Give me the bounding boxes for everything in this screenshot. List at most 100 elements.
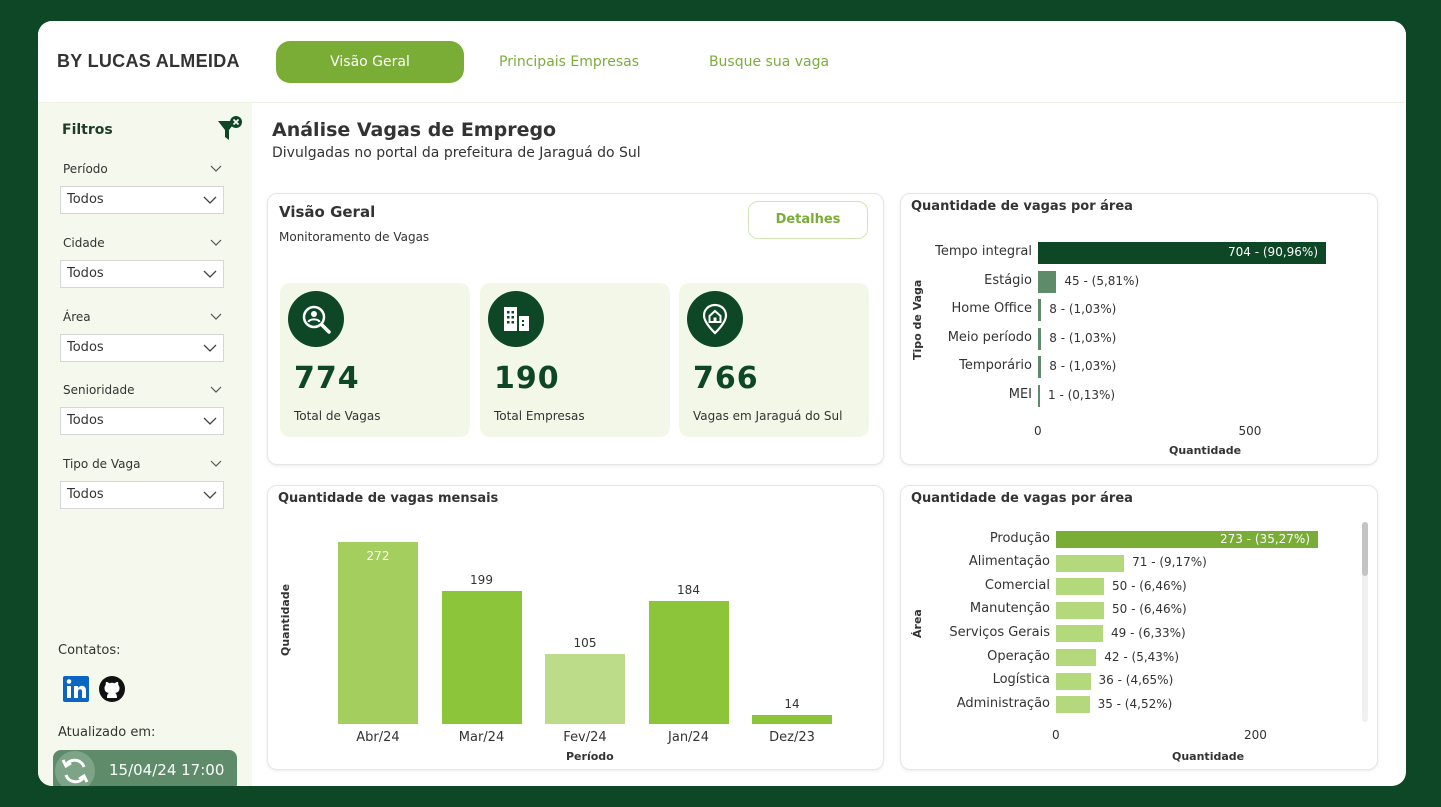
- github-icon[interactable]: [98, 675, 126, 703]
- bar: [1056, 554, 1125, 572]
- data-label: 36 - (4,65%): [1098, 673, 1174, 688]
- chart-title: Quantidade de vagas por área: [911, 199, 1133, 214]
- bar: [338, 542, 418, 724]
- filter-label-tipo-de-vaga: Tipo de Vaga: [63, 457, 141, 471]
- filter-value: Todos: [67, 266, 104, 281]
- linkedin-icon[interactable]: [62, 675, 90, 703]
- bar: [1056, 696, 1090, 714]
- bar: [1038, 270, 1057, 293]
- bar: [1056, 601, 1104, 619]
- filter-label-senioridade: Senioridade: [63, 383, 135, 397]
- filter-value: Todos: [67, 487, 104, 502]
- kpi-value: 774: [294, 361, 360, 396]
- overview-card: Visão Geral Monitoramento de Vagas Detal…: [267, 193, 884, 465]
- bar: [1038, 299, 1042, 322]
- category-label: Administração: [956, 695, 1050, 711]
- category-label: Operação: [987, 648, 1050, 664]
- top-header: BY LUCAS ALMEIDA Visão Geral Principais …: [38, 21, 1406, 103]
- filter-value: Todos: [67, 192, 104, 207]
- data-label: 49 - (6,33%): [1111, 625, 1186, 640]
- search-person-icon: [288, 291, 344, 347]
- bar: [1056, 649, 1097, 666]
- brand-title: BY LUCAS ALMEIDA: [57, 51, 240, 71]
- refresh-icon[interactable]: [55, 751, 95, 786]
- data-label: 50 - (6,46%): [1111, 602, 1187, 617]
- bar: [1056, 672, 1091, 690]
- data-label: 105: [573, 635, 597, 650]
- chevron-down-icon: [203, 270, 217, 278]
- data-label: 8 - (1,03%): [1049, 330, 1117, 345]
- chevron-down-icon: [203, 344, 217, 352]
- data-label: 1 - (0,13%): [1048, 388, 1116, 402]
- details-button[interactable]: Detalhes: [748, 201, 868, 239]
- page-subtitle: Divulgadas no portal da prefeitura de Ja…: [272, 145, 641, 161]
- overview-subtitle: Monitoramento de Vagas: [279, 230, 430, 244]
- clear-filters-icon[interactable]: [216, 115, 244, 143]
- chevron-down-icon[interactable]: [210, 460, 222, 468]
- x-axis-title: Período: [566, 750, 614, 763]
- chart-title: Quantidade de vagas mensais: [278, 491, 499, 506]
- category-label: Logística: [992, 672, 1050, 688]
- filters-title: Filtros: [62, 122, 113, 138]
- category-label: Serviços Gerais: [949, 624, 1050, 640]
- kpi-label: Total Empresas: [494, 409, 585, 423]
- buildings-icon: [488, 291, 544, 347]
- x-axis-title: Quantidade: [1172, 750, 1245, 763]
- category-label: Estágio: [984, 272, 1032, 288]
- tab-busque-sua-vaga[interactable]: Busque sua vaga: [688, 41, 850, 83]
- data-label: 50 - (6,46%): [1111, 578, 1187, 593]
- location-home-icon: [687, 291, 743, 347]
- chevron-down-icon[interactable]: [210, 239, 222, 247]
- kpi-value: 190: [494, 361, 560, 396]
- category-label: Alimentação: [968, 554, 1050, 570]
- filter-select-periodo[interactable]: Todos: [60, 186, 224, 214]
- bar: [1056, 625, 1104, 643]
- x-tick-label: Dez/23: [769, 730, 815, 745]
- bar: [1038, 327, 1042, 350]
- data-label: 71 - (9,17%): [1132, 555, 1207, 570]
- filter-select-tipo-de-vaga[interactable]: Todos: [60, 481, 224, 509]
- chart-tipo-de-vaga: Quantidade de vagas por área Tipo de Vag…: [900, 193, 1378, 465]
- chevron-down-icon[interactable]: [210, 386, 222, 394]
- tab-visao-geral[interactable]: Visão Geral: [276, 41, 464, 83]
- bar: [648, 600, 729, 724]
- tab-principais-empresas[interactable]: Principais Empresas: [484, 41, 654, 83]
- filter-select-cidade[interactable]: Todos: [60, 260, 224, 288]
- y-axis-title: Tipo de Vaga: [911, 279, 924, 360]
- filter-label-periodo: Período: [63, 162, 108, 176]
- x-tick-label: Jan/24: [668, 730, 709, 745]
- data-label: 14: [784, 696, 800, 711]
- category-label: MEI: [1008, 387, 1032, 402]
- chart-vagas-mensais: Quantidade de vagas mensais Quantidade P…: [267, 485, 884, 770]
- x-tick-label: 0: [1052, 728, 1060, 742]
- category-label: Manutenção: [969, 601, 1050, 617]
- chart-title: Quantidade de vagas por área: [911, 491, 1133, 506]
- updated-label: Atualizado em:: [58, 725, 156, 740]
- bar: [545, 653, 625, 724]
- bar: [441, 590, 522, 724]
- chevron-down-icon: [203, 196, 217, 204]
- chart-scrollbar[interactable]: [1362, 522, 1368, 722]
- category-label: Comercial: [984, 577, 1050, 593]
- data-label: 704 - (90,96%): [1228, 245, 1318, 259]
- x-tick-label: 500: [1238, 424, 1262, 438]
- category-label: Temporário: [959, 358, 1032, 374]
- data-label: 272: [366, 549, 390, 563]
- app-window: BY LUCAS ALMEIDA Visão Geral Principais …: [38, 21, 1406, 786]
- kpi-value: 766: [693, 361, 759, 396]
- scrollbar-thumb[interactable]: [1362, 522, 1368, 576]
- data-label: 273 - (35,27%): [1220, 531, 1310, 546]
- chevron-down-icon[interactable]: [210, 165, 222, 173]
- data-label: 42 - (5,43%): [1104, 649, 1180, 664]
- chevron-down-icon[interactable]: [210, 313, 222, 321]
- x-axis-title: Quantidade: [1169, 444, 1242, 457]
- filter-label-area: Área: [63, 310, 91, 324]
- filter-select-senioridade[interactable]: Todos: [60, 407, 224, 435]
- x-tick-label: 0: [1034, 424, 1042, 438]
- kpi-label: Total de Vagas: [294, 409, 381, 423]
- chevron-down-icon: [203, 417, 217, 425]
- x-tick-label: Fev/24: [563, 730, 607, 745]
- data-label: 35 - (4,52%): [1097, 696, 1173, 711]
- category-label: Home Office: [951, 301, 1032, 317]
- filter-select-area[interactable]: Todos: [60, 334, 224, 362]
